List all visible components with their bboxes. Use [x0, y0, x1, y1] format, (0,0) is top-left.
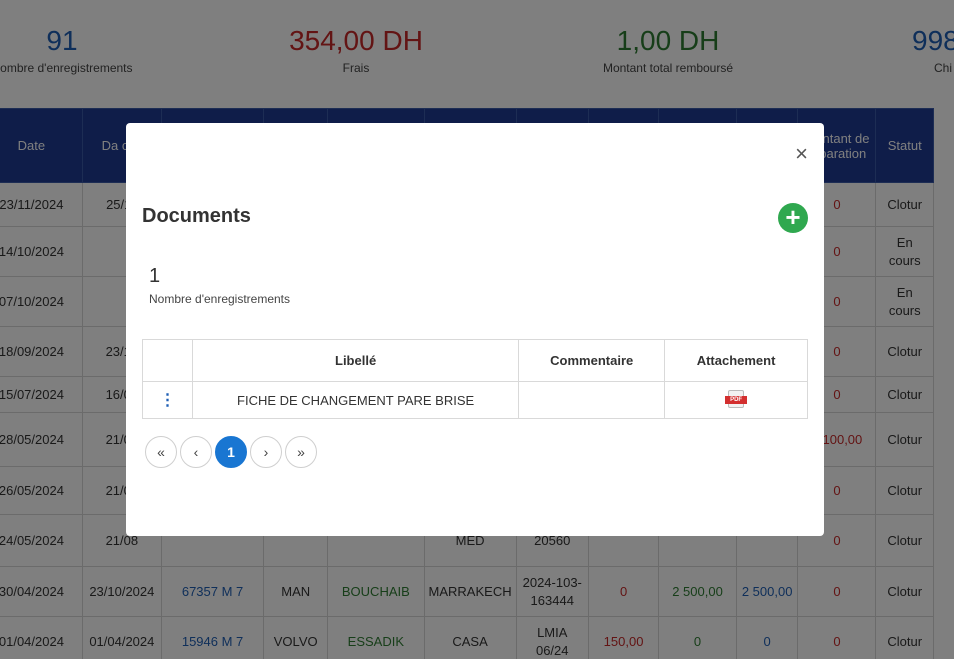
commentaire-cell: [518, 381, 666, 419]
page-button-current[interactable]: 1: [215, 436, 247, 468]
more-vertical-icon[interactable]: ⋮: [159, 392, 175, 409]
pagination: « ‹ 1 › »: [145, 436, 317, 468]
documents-table: Libellé Commentaire Attachement ⋮ FICHE …: [142, 339, 808, 419]
first-page-button[interactable]: «: [145, 436, 177, 468]
record-count-value: 1: [149, 265, 161, 287]
documents-modal: × Documents + 1 Nombre d'enregistrements…: [126, 123, 824, 536]
libelle-cell: FICHE DE CHANGEMENT PARE BRISE: [191, 381, 520, 419]
col-attachement[interactable]: Attachement: [664, 339, 808, 382]
next-page-button[interactable]: ›: [250, 436, 282, 468]
close-icon[interactable]: ×: [795, 143, 808, 165]
prev-page-button[interactable]: ‹: [180, 436, 212, 468]
add-document-button[interactable]: +: [778, 203, 808, 233]
col-libelle[interactable]: Libellé: [191, 339, 520, 382]
col-commentaire[interactable]: Commentaire: [518, 339, 666, 382]
modal-title: Documents: [142, 205, 251, 227]
col-actions: [142, 339, 193, 382]
record-count-label: Nombre d'enregistrements: [149, 292, 291, 306]
pdf-icon[interactable]: PDF: [725, 389, 748, 408]
last-page-button[interactable]: »: [285, 436, 317, 468]
plus-icon: +: [785, 202, 801, 232]
attachement-cell: PDF: [664, 381, 808, 419]
row-actions-cell: ⋮: [142, 381, 193, 419]
table-row: ⋮ FICHE DE CHANGEMENT PARE BRISE PDF: [142, 381, 808, 419]
